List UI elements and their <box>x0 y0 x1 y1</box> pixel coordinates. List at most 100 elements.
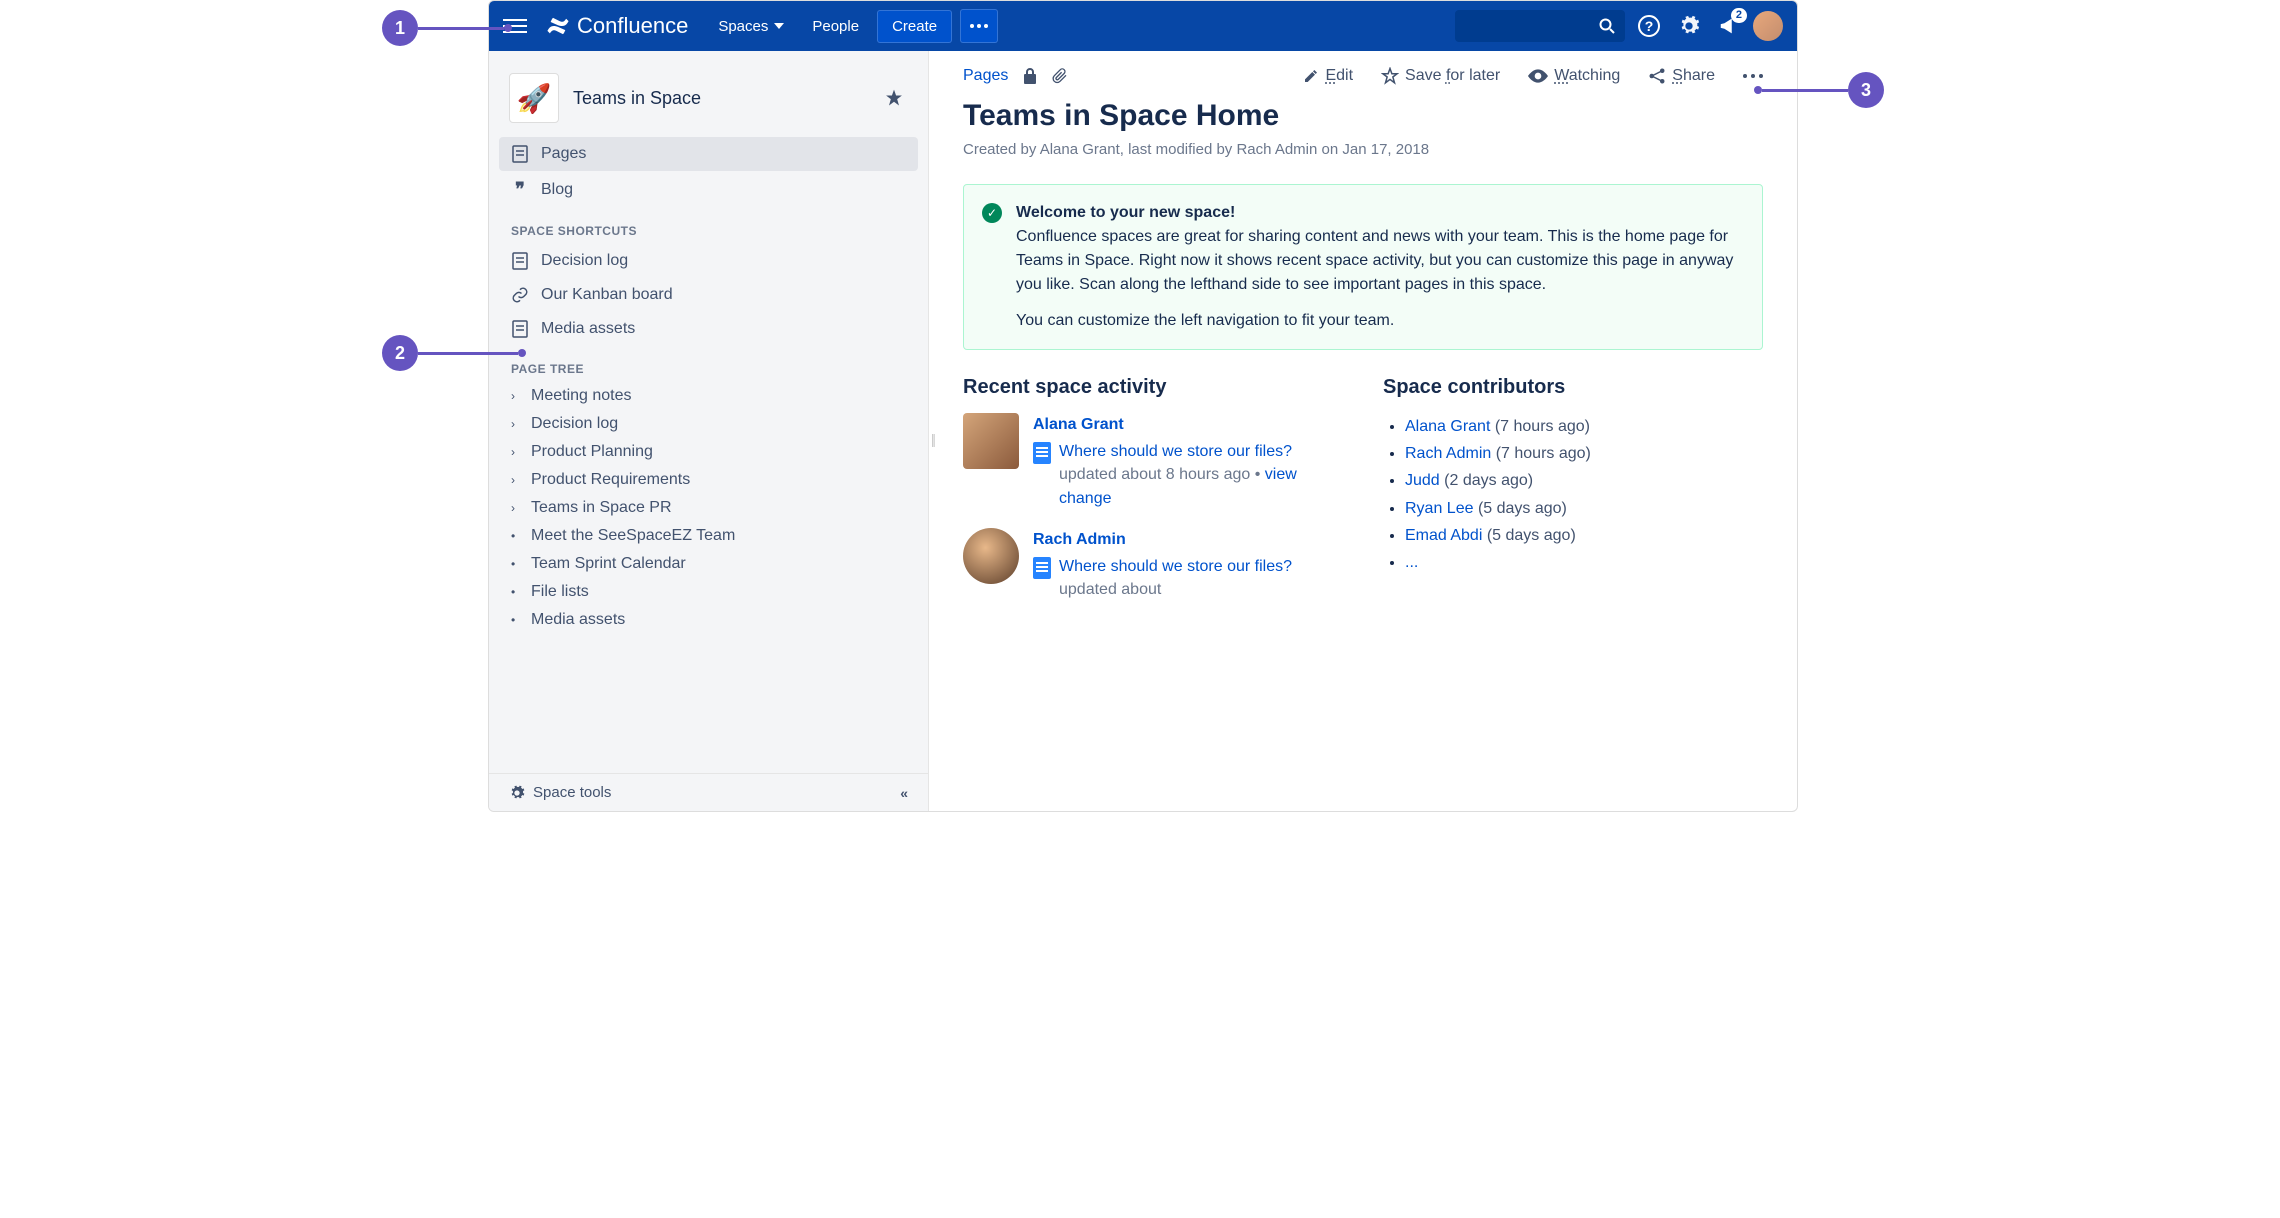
edit-button[interactable]: Edit <box>1303 67 1353 85</box>
eye-icon <box>1528 69 1548 83</box>
more-actions-button[interactable] <box>1743 74 1763 78</box>
contributor-link[interactable]: Alana Grant <box>1405 418 1490 435</box>
svg-text:?: ? <box>1645 18 1654 34</box>
tree-item-label: Meeting notes <box>531 387 632 405</box>
create-more-button[interactable] <box>960 9 998 43</box>
ellipsis-icon <box>1743 74 1763 78</box>
settings-button[interactable] <box>1673 10 1705 42</box>
tree-item[interactable]: •Team Sprint Calendar <box>499 550 918 578</box>
tree-item[interactable]: ›Teams in Space PR <box>499 494 918 522</box>
expand-icon[interactable]: › <box>511 389 521 403</box>
search-icon <box>1599 18 1615 34</box>
tree-item[interactable]: •File lists <box>499 578 918 606</box>
contributor-meta: (7 hours ago) <box>1491 445 1591 462</box>
tree-item-label: Decision log <box>531 415 618 433</box>
shortcut-media[interactable]: Media assets <box>499 312 918 346</box>
tree-item-label: Product Requirements <box>531 471 690 489</box>
share-icon <box>1648 67 1666 85</box>
welcome-panel: ✓ Welcome to your new space! Confluence … <box>963 184 1763 350</box>
nav-spaces[interactable]: Spaces <box>708 12 794 41</box>
activity-user-link[interactable]: Alana Grant <box>1033 413 1343 436</box>
annotation-3: 3 <box>1848 72 1884 108</box>
contributor-more[interactable]: ... <box>1405 549 1763 576</box>
ellipsis-icon <box>970 24 988 28</box>
panel-body-text-2: You can customize the left navigation to… <box>1016 309 1744 333</box>
expand-icon[interactable]: › <box>511 417 521 431</box>
contributor-link[interactable]: Rach Admin <box>1405 445 1491 462</box>
activity-item: Rach Admin Where should we store our fil… <box>963 528 1343 602</box>
notifications-button[interactable]: 2 <box>1713 10 1745 42</box>
tree-item[interactable]: ›Product Planning <box>499 438 918 466</box>
tree-item[interactable]: › Meeting notes <box>499 382 918 410</box>
tree-item[interactable]: •Meet the SeeSpaceEZ Team <box>499 522 918 550</box>
document-icon <box>1033 557 1051 579</box>
user-avatar[interactable] <box>1753 11 1783 41</box>
watching-button[interactable]: Watching <box>1528 67 1620 85</box>
nav-people[interactable]: People <box>802 12 869 41</box>
star-icon <box>884 88 904 108</box>
contributor-link[interactable]: Judd <box>1405 472 1440 489</box>
share-button[interactable]: Share <box>1648 67 1715 85</box>
recent-activity-heading: Recent space activity <box>963 376 1343 399</box>
contributors-column: Space contributors Alana Grant (7 hours … <box>1383 376 1763 619</box>
user-avatar[interactable] <box>963 528 1019 584</box>
confluence-icon <box>545 13 571 39</box>
space-logo[interactable]: 🚀 <box>509 73 559 123</box>
star-outline-icon <box>1381 67 1399 85</box>
page-toolbar: Pages Edit Save for later <box>963 67 1763 85</box>
contributor-item: Alana Grant (7 hours ago) <box>1405 413 1763 440</box>
save-for-later-button[interactable]: Save for later <box>1381 67 1500 85</box>
expand-icon[interactable]: › <box>511 473 521 487</box>
brand-text: Confluence <box>577 13 688 39</box>
create-button[interactable]: Create <box>877 10 952 43</box>
activity-page-link[interactable]: Where should we store our files? <box>1059 443 1292 460</box>
contributor-link[interactable]: Emad Abdi <box>1405 527 1482 544</box>
sidebar-footer: Space tools « <box>489 773 928 811</box>
shortcut-kanban[interactable]: Our Kanban board <box>499 278 918 312</box>
sidebar-blog[interactable]: ❞ Blog <box>499 171 918 208</box>
space-tools-label: Space tools <box>533 784 611 801</box>
tree-item-label: Team Sprint Calendar <box>531 555 686 573</box>
expand-icon[interactable]: › <box>511 501 521 515</box>
expand-icon[interactable]: › <box>511 445 521 459</box>
bullet-icon: • <box>511 613 521 627</box>
page-restrictions-button[interactable] <box>1022 67 1038 85</box>
sidebar-pages[interactable]: Pages <box>499 137 918 171</box>
help-button[interactable]: ? <box>1633 10 1665 42</box>
star-space-button[interactable] <box>880 84 908 112</box>
activity-user-link[interactable]: Rach Admin <box>1033 528 1343 551</box>
user-avatar[interactable] <box>963 413 1019 469</box>
tree-heading: PAGE TREE <box>499 346 918 382</box>
sidebar: || 🚀 Teams in Space Pages ❞ Blog <box>489 51 929 811</box>
space-title[interactable]: Teams in Space <box>573 88 866 109</box>
page-icon <box>511 252 529 270</box>
search-input[interactable] <box>1455 10 1625 42</box>
contributor-item: Judd (2 days ago) <box>1405 467 1763 494</box>
tree-item[interactable]: › Decision log <box>499 410 918 438</box>
contributor-link[interactable]: Ryan Lee <box>1405 500 1474 517</box>
contributor-item: Emad Abdi (5 days ago) <box>1405 522 1763 549</box>
edit-label: dit <box>1336 67 1353 84</box>
space-header: 🚀 Teams in Space <box>489 67 928 137</box>
annotation-2: 2 <box>382 335 418 371</box>
shortcut-decision-log[interactable]: Decision log <box>499 244 918 278</box>
shortcut-label: Decision log <box>541 252 628 270</box>
space-tools-button[interactable]: Space tools <box>509 784 611 801</box>
sidebar-blog-label: Blog <box>541 181 573 199</box>
help-icon: ? <box>1638 15 1660 37</box>
collapse-sidebar-button[interactable]: « <box>900 785 908 801</box>
pencil-icon <box>1303 68 1319 84</box>
shortcut-label: Media assets <box>541 320 635 338</box>
tree-item[interactable]: › Product Requirements <box>499 466 918 494</box>
breadcrumb-pages[interactable]: Pages <box>963 67 1008 85</box>
sidebar-resize-handle[interactable]: || <box>931 431 934 447</box>
contributor-meta: (2 days ago) <box>1440 472 1533 489</box>
activity-page-link[interactable]: Where should we store our files? <box>1059 558 1292 575</box>
brand-logo[interactable]: Confluence <box>545 13 688 39</box>
contributor-item: Rach Admin (7 hours ago) <box>1405 440 1763 467</box>
tree-item[interactable]: •Media assets <box>499 606 918 634</box>
tree-item-label: File lists <box>531 583 589 601</box>
page-icon <box>511 145 529 163</box>
attachments-button[interactable] <box>1052 67 1068 85</box>
annotation-2-dot <box>518 349 526 357</box>
